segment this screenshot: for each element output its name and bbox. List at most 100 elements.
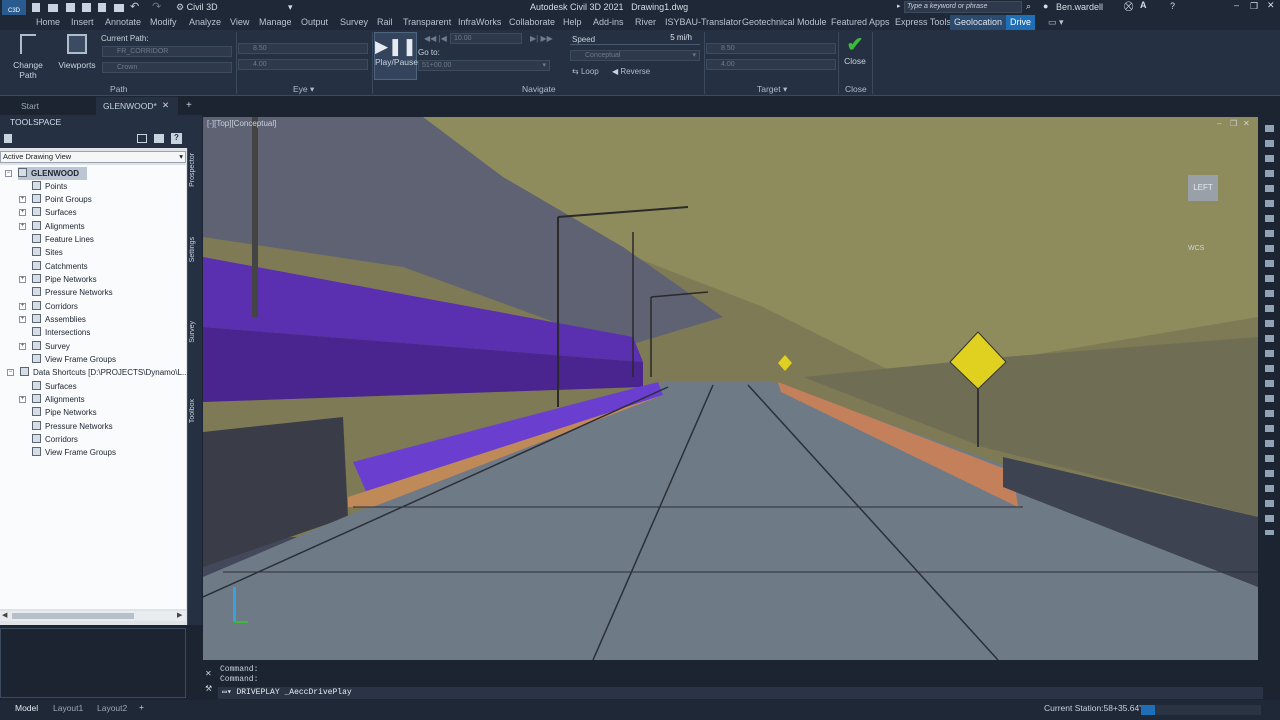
collapse-toggle-icon[interactable]: −: [5, 170, 12, 177]
tab-help[interactable]: Help: [563, 17, 582, 27]
forward-icon[interactable]: ▶| ▶▶: [530, 34, 553, 43]
expand-toggle-icon[interactable]: +: [19, 276, 26, 283]
close-drive-button[interactable]: ✔ Close: [840, 34, 870, 66]
tab-infraworks[interactable]: InfraWorks: [458, 17, 501, 27]
restore-icon[interactable]: ❐: [1250, 1, 1258, 12]
drawing-viewport[interactable]: [-][Top][Conceptual] LEFT WCS – ❐ ✕: [203, 117, 1258, 660]
tab-layout2[interactable]: Layout2: [97, 703, 127, 713]
tab-geotechnical[interactable]: Geotechnical Module: [742, 17, 827, 27]
tab-model[interactable]: Model: [15, 703, 38, 713]
rewind-icon[interactable]: ◀◀ |◀: [424, 34, 447, 43]
play-pause-button[interactable]: ▶❚❚ Play/Pause: [374, 32, 418, 80]
change-path-button[interactable]: Change Path: [4, 34, 52, 80]
speed-field[interactable]: 5 mi/h: [570, 33, 700, 45]
tab-addins[interactable]: Add-ins: [593, 17, 624, 27]
search-expand-icon[interactable]: ▸: [897, 2, 901, 10]
tree-item-pipe-networks[interactable]: + Pipe Networks: [19, 273, 97, 286]
tree-item-catchments[interactable]: Catchments: [32, 260, 88, 273]
close-window-icon[interactable]: ✕: [1267, 0, 1275, 11]
tree-item-feature-lines[interactable]: Feature Lines: [32, 233, 94, 246]
tree-item-corridors[interactable]: + Corridors: [19, 300, 78, 313]
tab-river[interactable]: River: [635, 17, 656, 27]
tab-insert[interactable]: Insert: [71, 17, 94, 27]
viewport-minimize-icon[interactable]: –: [1217, 119, 1221, 128]
command-close-icon[interactable]: ✕: [205, 669, 212, 678]
toolspace-view-select[interactable]: Active Drawing View ▾: [0, 151, 186, 163]
tab-annotate[interactable]: Annotate: [105, 17, 141, 27]
eye-distance-field[interactable]: 4.00: [238, 59, 368, 70]
user-icon[interactable]: ●: [1043, 1, 1048, 11]
tab-survey[interactable]: Survey: [340, 17, 368, 27]
wcs-label[interactable]: WCS: [1188, 245, 1204, 252]
expand-toggle-icon[interactable]: +: [19, 303, 26, 310]
tab-toolbox[interactable]: Toolbox: [189, 399, 201, 423]
save-as-icon[interactable]: [82, 3, 91, 12]
tab-drive[interactable]: Drive: [1006, 15, 1036, 30]
eye-height-field[interactable]: 8.50: [238, 43, 368, 54]
toolspace-options-icon[interactable]: [4, 134, 12, 143]
help-icon[interactable]: ?: [1170, 1, 1175, 11]
expand-toggle-icon[interactable]: +: [19, 316, 26, 323]
toolspace-tree-icon[interactable]: [137, 134, 147, 143]
scrollbar-thumb[interactable]: [12, 613, 134, 619]
shortcut-corridors[interactable]: Corridors: [32, 433, 78, 446]
viewports-button[interactable]: Viewports: [56, 34, 98, 70]
reverse-button[interactable]: ◀ Reverse: [612, 67, 650, 76]
workspace-switcher[interactable]: ⚙ Civil 3D ▾: [176, 2, 302, 13]
tab-isybau[interactable]: ISYBAU-Translator: [665, 17, 741, 27]
nav-tool-strip[interactable]: [1265, 125, 1274, 535]
toolspace-help-icon[interactable]: ?: [171, 133, 182, 144]
shortcut-surfaces[interactable]: Surfaces: [32, 380, 77, 393]
search-icon[interactable]: ⌕: [1026, 1, 1031, 12]
tab-manage[interactable]: Manage: [259, 17, 292, 27]
tab-collaborate[interactable]: Collaborate: [509, 17, 555, 27]
close-tab-icon[interactable]: ✕: [162, 100, 169, 111]
expand-toggle-icon[interactable]: +: [19, 196, 26, 203]
open-icon[interactable]: [48, 4, 58, 12]
goto-field[interactable]: 51+00.00 ▾: [418, 60, 550, 71]
shortcut-alignments[interactable]: + Alignments: [19, 393, 85, 406]
tree-item-points[interactable]: Points: [32, 180, 67, 193]
tree-horizontal-scrollbar[interactable]: ◀ ▶: [0, 611, 186, 621]
target-panel-label[interactable]: Target ▾: [757, 84, 787, 95]
viewport-close-icon[interactable]: ✕: [1243, 119, 1250, 128]
tab-modify[interactable]: Modify: [150, 17, 177, 27]
tab-home[interactable]: Home: [36, 17, 60, 27]
tab-start[interactable]: Start: [21, 101, 39, 111]
tree-root[interactable]: − GLENWOOD: [5, 167, 87, 180]
tree-item-point-groups[interactable]: + Point Groups: [19, 193, 92, 206]
tab-express-tools[interactable]: Express Tools: [895, 17, 951, 27]
shortcut-pipe-networks[interactable]: Pipe Networks: [32, 406, 97, 419]
target-height-field[interactable]: 8.50: [706, 43, 836, 54]
viewport-maximize-icon[interactable]: ❐: [1230, 119, 1237, 128]
tree-item-surfaces[interactable]: + Surfaces: [19, 206, 77, 219]
tree-item-alignments[interactable]: + Alignments: [19, 220, 85, 233]
app-menu-button[interactable]: C3D: [2, 0, 26, 15]
new-icon[interactable]: [32, 3, 40, 12]
tab-analyze[interactable]: Analyze: [189, 17, 221, 27]
a360-icon[interactable]: A: [1140, 0, 1147, 10]
undo-icon[interactable]: ↶: [130, 0, 139, 13]
expand-toggle-icon[interactable]: +: [19, 343, 26, 350]
new-tab-icon[interactable]: +: [186, 100, 192, 111]
shortcut-pressure-networks[interactable]: Pressure Networks: [32, 420, 113, 433]
toolspace-list-icon[interactable]: [154, 134, 164, 143]
tab-survey[interactable]: Survey: [189, 321, 201, 343]
cart-icon[interactable]: ⛒: [1124, 1, 1133, 12]
scroll-right-icon[interactable]: ▶: [177, 611, 182, 619]
expand-toggle-icon[interactable]: +: [19, 223, 26, 230]
expand-toggle-icon[interactable]: +: [19, 396, 26, 403]
shortcut-view-frame-groups[interactable]: View Frame Groups: [32, 446, 116, 459]
tab-featured-apps[interactable]: Featured Apps: [831, 17, 890, 27]
tab-transparent[interactable]: Transparent: [403, 17, 451, 27]
tab-drawing[interactable]: GLENWOOD* ✕: [96, 97, 178, 115]
path-field[interactable]: FR_CORRIDOR: [102, 46, 232, 57]
tree-item-intersections[interactable]: Intersections: [32, 326, 90, 339]
path-sub-field[interactable]: Crown: [102, 62, 232, 73]
web-mobile-icon[interactable]: [98, 3, 106, 12]
eye-panel-label[interactable]: Eye ▾: [293, 84, 314, 95]
viewcube[interactable]: LEFT: [1188, 175, 1218, 201]
print-icon[interactable]: [114, 4, 124, 12]
loop-button[interactable]: ⇆ Loop: [572, 67, 599, 76]
tab-geolocation[interactable]: Geolocation: [950, 15, 1007, 30]
